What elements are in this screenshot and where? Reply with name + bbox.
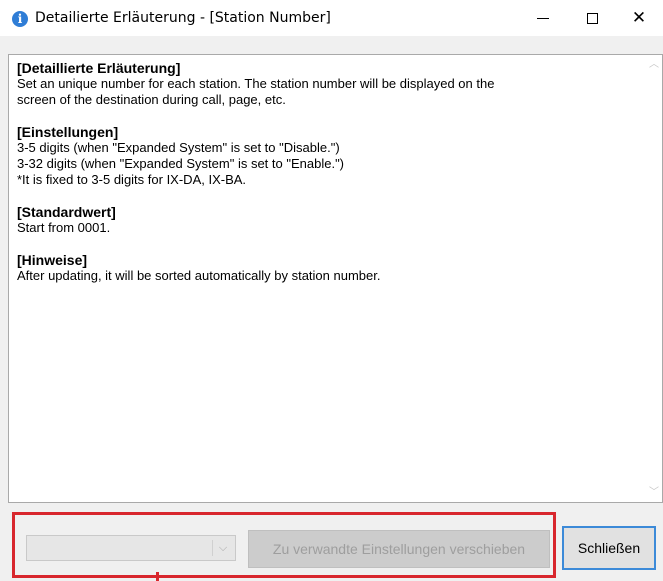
move-to-related-settings-button[interactable]: Zu verwandte Einstellungen verschieben [248, 530, 550, 568]
section-detail: [Detaillierte Erläuterung] Set an unique… [17, 60, 637, 108]
section-line: 3-5 digits (when "Expanded System" is se… [17, 140, 340, 155]
section-line: After updating, it will be sorted automa… [17, 268, 381, 283]
close-button[interactable]: Schließen [562, 526, 656, 570]
vertical-scrollbar[interactable]: ︿ ﹀ [645, 55, 662, 502]
section-line: screen of the destination during call, p… [17, 92, 286, 107]
section-heading: [Standardwert] [17, 204, 116, 220]
related-settings-combo[interactable]: ⌵ [26, 535, 236, 561]
title-bar[interactable]: i Detailierte Erläuterung - [Station Num… [0, 0, 663, 36]
scroll-up-icon[interactable]: ︿ [649, 60, 659, 70]
minimize-icon [537, 17, 549, 19]
section-line: Set an unique number for each station. T… [17, 76, 495, 91]
section-heading: [Einstellungen] [17, 124, 119, 140]
section-line: *It is fixed to 3-5 digits for IX-DA, IX… [17, 172, 247, 187]
combo-separator [212, 540, 213, 556]
section-settings: [Einstellungen] 3-5 digits (when "Expand… [17, 124, 637, 188]
section-heading: [Detaillierte Erläuterung] [17, 60, 181, 76]
callout-pointer [156, 572, 159, 581]
section-line: Start from 0001. [17, 220, 111, 235]
close-icon: ✕ [631, 7, 647, 28]
section-line: 3-32 digits (when "Expanded System" is s… [17, 156, 345, 171]
minimize-button[interactable] [518, 0, 568, 36]
info-icon: i [12, 11, 28, 27]
section-notes: [Hinweise] After updating, it will be so… [17, 252, 637, 284]
dialog-window: i Detailierte Erläuterung - [Station Num… [0, 0, 663, 581]
close-window-button[interactable]: ✕ [614, 0, 663, 36]
maximize-button[interactable] [567, 0, 617, 36]
section-heading: [Hinweise] [17, 252, 88, 268]
section-default: [Standardwert] Start from 0001. [17, 204, 637, 236]
scroll-down-icon[interactable]: ﹀ [649, 488, 659, 498]
window-title: Detailierte Erläuterung - [Station Numbe… [35, 10, 331, 26]
chevron-down-icon[interactable]: ⌵ [216, 540, 230, 556]
explanation-text: [Detaillierte Erläuterung] Set an unique… [17, 60, 637, 300]
maximize-icon [586, 12, 598, 24]
explanation-text-box[interactable]: [Detaillierte Erläuterung] Set an unique… [8, 54, 663, 503]
